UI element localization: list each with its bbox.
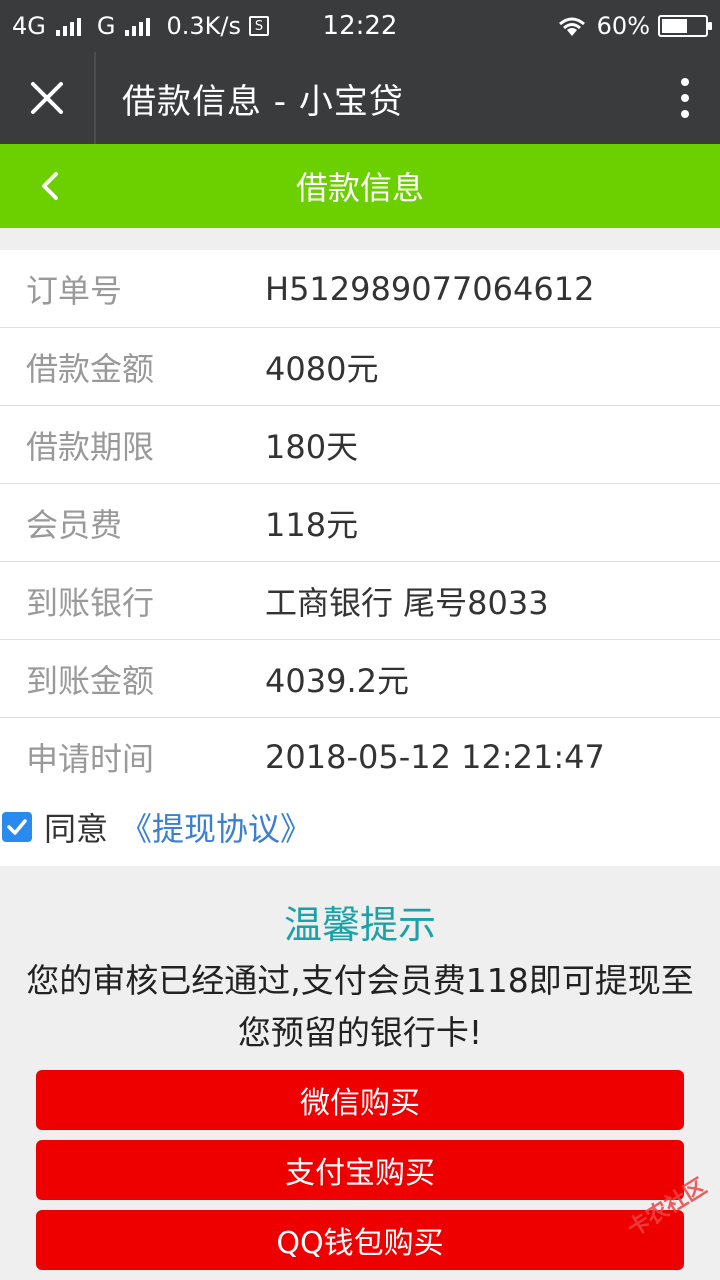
header-title: 借款信息 [295, 169, 424, 207]
network-type-label: 4G [12, 12, 46, 40]
network-type-label-2: G [96, 12, 116, 40]
tip-line-2: 您预留的银行卡! [237, 1013, 483, 1052]
title-bar: 借款信息 - 小宝贷 [0, 52, 720, 144]
info-label: 借款期限 [26, 427, 155, 466]
info-row-loan-amount: 借款金额 4080元 [0, 328, 720, 406]
status-time: 12:22 [322, 11, 398, 41]
battery-percent: 60% [596, 12, 650, 40]
loan-info-list: 订单号 H512989077064612 借款金额 4080元 借款期限 180… [0, 250, 720, 796]
info-label: 申请时间 [26, 740, 155, 778]
info-row-member-fee: 会员费 118元 [0, 484, 720, 562]
info-value: 118元 [265, 505, 359, 544]
more-menu-button[interactable] [650, 52, 720, 144]
agreement-checkbox[interactable] [2, 812, 32, 842]
close-button[interactable] [0, 52, 96, 144]
agreement-row: 同意 《提现协议》 [0, 788, 720, 866]
back-button[interactable] [30, 166, 70, 206]
tip-title: 温馨提示 [283, 903, 436, 947]
info-label: 借款金额 [26, 349, 155, 388]
net-badge-icon: S [248, 16, 269, 36]
page-title: 借款信息 - 小宝贷 [122, 81, 404, 122]
wifi-icon [558, 17, 585, 36]
checkmark-icon [7, 819, 27, 835]
tip-text: 您的审核已经通过,支付会员费118即可提现至 您预留的银行卡! [0, 955, 720, 1059]
qq-wallet-buy-button[interactable]: QQ钱包购买 [36, 1210, 684, 1270]
info-value: 2018-05-12 12:21:47 [265, 738, 605, 776]
more-dot-icon [681, 110, 689, 118]
info-value: 4080元 [265, 349, 379, 388]
info-row-loan-term: 借款期限 180天 [0, 406, 720, 484]
info-value: 4039.2元 [265, 661, 409, 700]
signal-icon-2 [125, 16, 151, 36]
battery-icon [658, 15, 712, 37]
info-label: 到账金额 [26, 661, 155, 700]
status-right: 60% [555, 12, 712, 40]
info-label: 订单号 [26, 271, 123, 310]
wechat-buy-button[interactable]: 微信购买 [36, 1070, 684, 1130]
chevron-left-icon [42, 172, 58, 200]
info-value: 180天 [265, 427, 359, 466]
info-row-order-number: 订单号 H512989077064612 [0, 250, 720, 328]
info-row-bank: 到账银行 工商银行 尾号8033 [0, 562, 720, 640]
info-row-apply-time: 申请时间 2018-05-12 12:21:47 [0, 718, 720, 796]
agreement-text: 同意 [44, 810, 109, 848]
info-label: 会员费 [26, 505, 123, 544]
info-value: H512989077064612 [265, 269, 595, 308]
alipay-buy-button[interactable]: 支付宝购买 [36, 1140, 684, 1200]
agreement-link[interactable]: 《提现协议》 [120, 804, 312, 850]
page-header: 借款信息 [0, 144, 720, 228]
info-row-received-amount: 到账金额 4039.2元 [0, 640, 720, 718]
status-bar: 4G G 0.3K/s S 12:22 60% [0, 0, 720, 52]
status-left: 4G G 0.3K/s S [12, 12, 269, 40]
network-speed: 0.3K/s [166, 12, 241, 40]
close-icon [31, 82, 63, 114]
tip-line-1: 您的审核已经通过,支付会员费118即可提现至 [26, 961, 694, 1000]
more-dot-icon [681, 78, 689, 86]
more-dot-icon [681, 94, 689, 102]
info-value: 工商银行 尾号8033 [265, 583, 549, 622]
info-label: 到账银行 [26, 583, 155, 622]
signal-icon [55, 16, 81, 36]
